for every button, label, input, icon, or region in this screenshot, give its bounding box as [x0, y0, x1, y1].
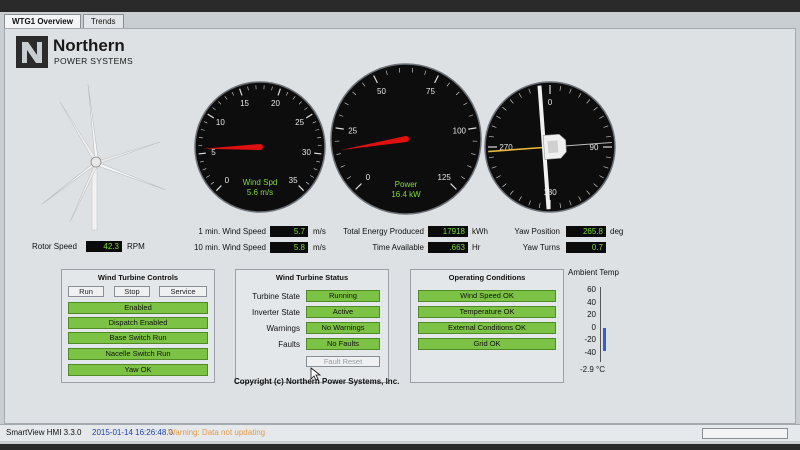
turbine-illustration-icon — [40, 82, 170, 232]
nacelle-switch-run-indicator: Nacelle Switch Run — [68, 348, 208, 360]
rotor-speed-value: 42.3 — [86, 241, 122, 252]
turbine-status-panel: Wind Turbine Status Turbine State Runnin… — [235, 269, 389, 383]
wind-tick-20: 20 — [271, 99, 280, 108]
dispatch-enabled-indicator: Dispatch Enabled — [68, 317, 208, 329]
external-conditions-ok-indicator: External Conditions OK — [418, 322, 556, 334]
energy-unit: kWh — [472, 227, 488, 236]
time-available-unit: Hr — [472, 243, 481, 252]
yaw-turns-value: 0.7 — [566, 242, 606, 253]
warnings-label: Warnings — [266, 324, 301, 333]
logo-subtitle: POWER SYSTEMS — [54, 56, 133, 66]
wind-tick-30: 30 — [302, 148, 311, 157]
wind-tick-mark — [314, 152, 322, 155]
hmi-screen: WTG1 Overview Trends Northern POWER SYST… — [0, 12, 800, 444]
fault-reset-button[interactable]: Fault Reset — [306, 356, 380, 367]
power-tick-75: 75 — [426, 87, 435, 96]
yaw-position-value: 265.8 — [566, 226, 606, 237]
tab-trends[interactable]: Trends — [82, 14, 124, 28]
logo-name: Northern — [53, 36, 125, 55]
turbine-status-title: Wind Turbine Status — [275, 273, 349, 282]
power-tick-50: 50 — [377, 87, 386, 96]
power-tick-125: 125 — [438, 173, 452, 182]
wind-tick-15: 15 — [240, 99, 249, 108]
temperature-ok-indicator: Temperature OK — [418, 306, 556, 318]
time-available-label: Time Available — [372, 243, 424, 252]
power-tick-25: 25 — [348, 127, 357, 136]
wind-tick-10: 10 — [216, 118, 225, 127]
operating-conditions-title: Operating Conditions — [448, 273, 526, 282]
controls-title: Wind Turbine Controls — [97, 273, 179, 282]
time-available-value: .663 — [428, 242, 468, 253]
yaw-ok-indicator: Yaw OK — [68, 364, 208, 376]
wind-1min-label: 1 min. Wind Speed — [198, 227, 266, 236]
wind-10min-unit: m/s — [313, 243, 326, 252]
yaw-gauge: 0 90 180 270 — [484, 81, 616, 213]
yaw-position-unit: deg — [610, 227, 624, 236]
wind-10min-label: 10 min. Wind Speed — [193, 243, 266, 252]
energy-value: 17918 — [428, 226, 468, 237]
yaw-tick-0: 0 — [548, 98, 553, 107]
tab-bar: WTG1 Overview Trends — [4, 14, 124, 28]
power-gauge: 0 25 50 75 100 125 Power 16.4 kW — [330, 63, 482, 215]
enabled-indicator: Enabled — [68, 302, 208, 314]
version-text: SmartView HMI 3.3.0 — [6, 428, 82, 437]
ambient-temp-title: Ambient Temp — [568, 268, 619, 277]
wind-tick-0: 0 — [225, 176, 230, 185]
warnings-value: No Warnings — [306, 322, 380, 334]
wind-tick-5: 5 — [211, 148, 216, 157]
operating-conditions-panel: Operating Conditions Wind Speed OK Tempe… — [410, 269, 564, 383]
wind-10min-value: 5.8 — [270, 242, 308, 253]
company-logo: Northern POWER SYSTEMS — [16, 34, 156, 74]
status-progress-bar — [702, 428, 788, 439]
base-switch-run-indicator: Base Switch Run — [68, 332, 208, 344]
logo-mark-icon — [16, 36, 48, 68]
inverter-state-label: Inverter State — [251, 308, 300, 317]
wind-speed-gauge: 0 5 10 15 20 25 30 35 Wind Spd 5.6 m/s — [194, 81, 326, 213]
rotor-speed-label: Rotor Speed — [32, 242, 77, 251]
ambient-tick--40: -40 — [584, 347, 596, 357]
wind-tick-25: 25 — [295, 118, 304, 127]
ambient-tick-20: 20 — [587, 310, 596, 319]
grid-ok-indicator: Grid OK — [418, 338, 556, 350]
power-tick-0: 0 — [366, 173, 371, 182]
turbine-state-value: Running — [306, 290, 380, 302]
rotor-speed-unit: RPM — [127, 242, 145, 251]
wind-gauge-label: Wind Spd — [243, 178, 278, 187]
wind-1min-unit: m/s — [313, 227, 326, 236]
ambient-temp-bar — [603, 327, 606, 352]
faults-value: No Faults — [306, 338, 380, 350]
yaw-position-label: Yaw Position — [514, 227, 560, 236]
status-bar: SmartView HMI 3.3.0 2015-01-14 16:26:48.… — [0, 424, 800, 441]
energy-label: Total Energy Produced — [343, 227, 424, 236]
timestamp-text: 2015-01-14 16:26:48.0 — [92, 428, 173, 437]
ambient-tick-0: 0 — [591, 322, 596, 332]
ambient-tick--20: -20 — [584, 335, 596, 344]
stop-button[interactable]: Stop — [114, 286, 150, 297]
tab-wtg1-overview[interactable]: WTG1 Overview — [4, 14, 81, 28]
power-gauge-value: 16.4 kW — [391, 190, 421, 199]
ambient-tick-60: 60 — [587, 285, 596, 294]
ambient-temp-value: -2.9 °C — [580, 365, 605, 374]
wind-tick-mark — [198, 152, 206, 155]
controls-panel: Wind Turbine Controls Run Stop Service E… — [61, 269, 215, 383]
warning-text: Warning: Data not updating — [168, 428, 266, 437]
yaw-turns-label: Yaw Turns — [522, 243, 560, 252]
inverter-state-value: Active — [306, 306, 380, 318]
ambient-tick-40: 40 — [587, 297, 596, 307]
service-button[interactable]: Service — [159, 286, 207, 297]
wind-gauge-value: 5.6 m/s — [247, 188, 273, 197]
power-tick-100: 100 — [453, 127, 467, 136]
copyright-text: Copyright (c) Northern Power Systems, In… — [234, 377, 400, 386]
turbine-state-label: Turbine State — [252, 292, 300, 301]
wind-1min-value: 5.7 — [270, 226, 308, 237]
run-button[interactable]: Run — [68, 286, 104, 297]
wind-speed-ok-indicator: Wind Speed OK — [418, 290, 556, 302]
faults-label: Faults — [278, 340, 300, 349]
wind-tick-35: 35 — [289, 176, 298, 185]
power-gauge-label: Power — [395, 180, 418, 189]
